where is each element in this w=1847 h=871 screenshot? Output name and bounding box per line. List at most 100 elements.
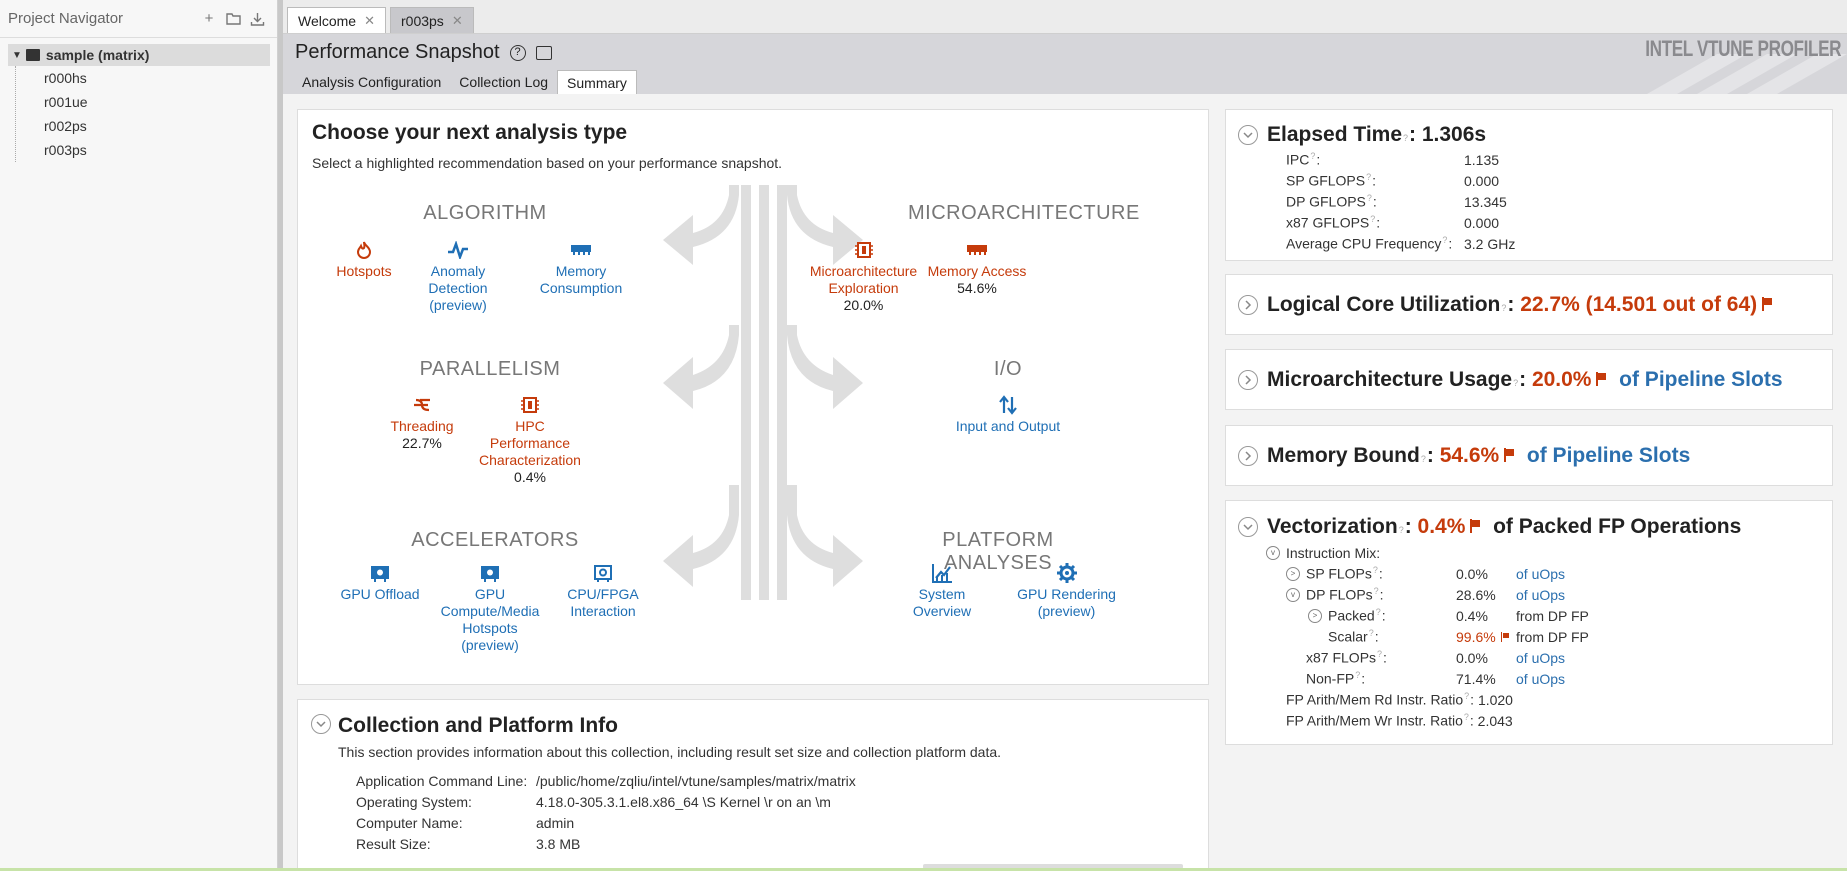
vec-row-packed: > Packed?: 0.4% from DP FP [1266,605,1589,626]
analysis-label: CPU/FPGA Interaction [567,586,639,619]
elapsed-time-value: : 1.306s [1409,123,1487,146]
analysis-cpu-fpga-interaction[interactable]: CPU/FPGA Interaction [548,562,658,620]
help-icon[interactable]: ? [1403,133,1408,143]
metric-value: 13.345 [1464,193,1507,210]
analysis-gpu-offload[interactable]: GPU Offload [325,562,435,603]
help-icon[interactable]: ? [1421,454,1426,464]
info-row: Application Command Line: /public/home/zq… [356,770,860,791]
metric-value: 0.000 [1464,172,1500,189]
vec-key: SP FLOPs [1306,565,1372,582]
metric-key: x87 GFLOPS [1286,214,1370,231]
import-icon[interactable] [245,7,269,31]
folder-icon [25,49,40,61]
result-node-r001ue[interactable]: r001ue [44,90,269,114]
help-icon[interactable]: ? [1399,525,1404,535]
close-icon[interactable]: ✕ [452,13,463,29]
vec-unit-link[interactable]: of uOps [1516,650,1565,666]
collapse-chevron-icon[interactable]: v [1266,545,1280,560]
io-arrows-icon [948,394,1068,416]
help-icon[interactable]: ? [1355,670,1360,680]
vec-row-wr-ratio: FP Arith/Mem Wr Instr. Ratio?: 2.043 [1286,712,1513,729]
help-icon[interactable]: ? [1513,378,1518,388]
analysis-value: 20.0% [843,297,884,313]
vec-unit-link[interactable]: of uOps [1516,671,1565,687]
help-icon[interactable]: ? [1501,303,1506,313]
vec-unit-link[interactable]: of uOps [1516,566,1565,582]
result-node-r002ps[interactable]: r002ps [44,114,269,138]
expand-chevron-icon[interactable]: > [1308,608,1322,623]
help-icon[interactable]: ? [1310,151,1315,161]
chart-icon [887,562,997,584]
close-icon[interactable]: ✕ [364,13,375,29]
info-row: Result Size: 3.8 MB [356,833,860,854]
metric-title: Microarchitecture Usage [1267,368,1513,391]
help-icon[interactable]: ? [1376,607,1381,617]
analysis-input-output[interactable]: Input and Output [948,394,1068,435]
project-node[interactable]: ▼ sample (matrix) [8,44,270,66]
analysis-anomaly-detection[interactable]: Anomaly Detection (preview) [403,239,513,314]
fpga-icon [548,562,658,584]
help-icon[interactable]: ? [1374,586,1379,596]
help-icon[interactable]: ? [1464,712,1469,722]
folder-icon[interactable] [221,7,245,31]
vec-value: 28.6% [1456,586,1496,603]
help-icon[interactable]: ? [1369,628,1374,638]
collapse-triangle-icon[interactable]: ▼ [12,50,22,61]
warning-flag-icon [1469,519,1481,533]
vec-row-rd-ratio: FP Arith/Mem Rd Instr. Ratio?: 1.020 [1286,691,1513,708]
analysis-label: Microarchitecture Exploration [809,263,918,296]
analysis-gpu-compute-media-hotspots[interactable]: GPU Compute/Media Hotspots (preview) [430,562,550,654]
expand-chevron-icon[interactable] [1238,295,1258,315]
metric-value: 1.135 [1464,151,1500,168]
analysis-value: 54.6% [957,280,997,296]
analysis-label: HPC Performance Characterization [479,418,581,468]
expand-chevron-icon[interactable] [1238,446,1258,466]
tab-analysis-configuration[interactable]: Analysis Configuration [293,70,450,94]
metric-key: Average CPU Frequency [1286,235,1442,252]
logical-core-title: Logical Core Utilization?: 22.7% (14.501… [1267,293,1773,317]
gpu-icon [325,562,435,584]
result-node-r000hs[interactable]: r000hs [44,66,269,90]
memory-chip-icon [526,239,636,261]
analysis-microarchitecture-exploration[interactable]: Microarchitecture Exploration 20.0% [806,239,921,314]
tab-collection-log[interactable]: Collection Log [450,70,557,94]
help-icon[interactable]: ? [1367,193,1372,203]
analysis-memory-consumption[interactable]: Memory Consumption [526,239,636,297]
result-node-r003ps[interactable]: r003ps [44,138,269,162]
book-icon[interactable] [535,45,552,60]
analysis-threading[interactable]: Threading 22.7% [367,394,477,452]
analysis-memory-access[interactable]: Memory Access 54.6% [922,239,1032,297]
metric-row: Average CPU Frequency?: 3.2 GHz [1286,235,1516,252]
vec-value: 1.020 [1477,691,1513,708]
help-icon[interactable]: ? [1377,649,1382,659]
collapse-chevron-icon[interactable] [311,714,331,734]
main-area: Welcome ✕ r003ps ✕ Performance Snapshot … [283,0,1847,871]
vec-value: 99.6% [1456,628,1496,645]
tab-summary[interactable]: Summary [557,70,637,94]
expand-chevron-icon[interactable] [1238,370,1258,390]
help-icon[interactable]: ? [1373,565,1378,575]
tab-welcome[interactable]: Welcome ✕ [287,7,386,33]
collapse-chevron-icon[interactable]: v [1286,587,1300,602]
analysis-hpc-characterization[interactable]: HPC Performance Characterization 0.4% [470,394,590,486]
collapse-chevron-icon[interactable] [1238,125,1258,145]
expand-chevron-icon[interactable]: > [1286,566,1300,581]
help-icon[interactable]: ? [509,44,526,61]
help-icon[interactable]: ? [1370,214,1375,224]
analysis-label: System Overview [912,586,972,619]
help-icon[interactable]: ? [1464,691,1469,701]
vec-unit-link[interactable]: of uOps [1516,587,1565,603]
tab-r003ps[interactable]: r003ps ✕ [390,7,474,33]
help-icon[interactable]: ? [1366,172,1371,182]
elapsed-time-card: Elapsed Time?: 1.306s IPC?: 1.135 SP GFLO… [1225,109,1833,261]
collapse-chevron-icon[interactable] [1238,517,1258,537]
tab-label: Welcome [298,12,357,29]
info-value: /public/home/zqliu/intel/vtune/samples/m… [536,772,856,789]
vec-row-scalar: Scalar?: 99.6% from DP FP [1328,628,1589,645]
instruction-mix-tree: v Instruction Mix: > SP FLOPs?: 0.0% of … [1266,542,1589,731]
analysis-system-overview[interactable]: System Overview [887,562,997,620]
help-icon[interactable]: ? [1442,235,1447,245]
add-icon[interactable]: + [197,7,221,31]
analysis-gpu-rendering[interactable]: GPU Rendering (preview) [1004,562,1129,620]
category-accelerators: ACCELERATORS [411,529,579,551]
